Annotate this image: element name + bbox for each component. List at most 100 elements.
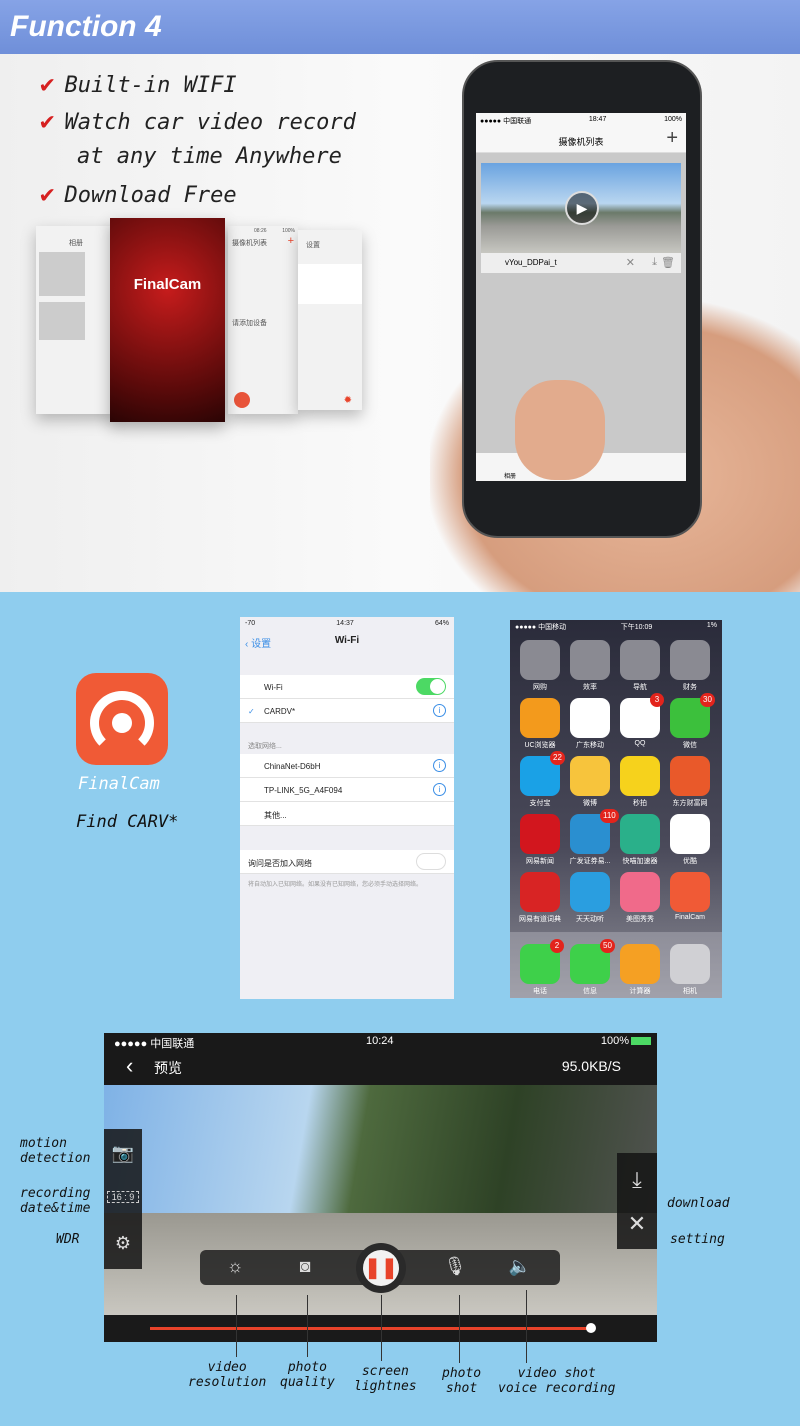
app-icon[interactable] bbox=[520, 640, 560, 680]
album-title: 相册 bbox=[69, 240, 83, 247]
add-device-text: 请添加设备 bbox=[232, 320, 267, 327]
network-row[interactable]: TP-LINK_5G_A4F094 i bbox=[240, 778, 454, 802]
app-hint: Find CARV* bbox=[76, 812, 179, 832]
time: 14:37 bbox=[336, 620, 354, 627]
right-toolbar: ⤓ ✕ bbox=[617, 1153, 657, 1249]
finalcam-app-icon bbox=[76, 673, 168, 765]
feature-item: ✔ Download Free bbox=[40, 180, 237, 208]
status-battery: 100% bbox=[282, 228, 295, 234]
date-time-icon[interactable]: 16 : 9 bbox=[107, 1191, 139, 1203]
wdr-icon[interactable]: ⚙ bbox=[108, 1233, 138, 1254]
record-icon bbox=[234, 392, 250, 408]
camera-list-screen: 08:26 100% 摄像机列表 + 请添加设备 bbox=[228, 226, 298, 414]
settings-icon[interactable]: ✕ bbox=[622, 1211, 652, 1237]
section-title: Function 4 bbox=[0, 0, 800, 54]
app-icon[interactable] bbox=[670, 640, 710, 680]
pause-record-button[interactable]: ❚❚ bbox=[363, 1250, 399, 1286]
notification-badge: 2 bbox=[550, 939, 564, 953]
app-label: 东方财富网 bbox=[672, 800, 708, 807]
check-icon: ✔ bbox=[40, 70, 55, 98]
app-icon[interactable] bbox=[570, 872, 610, 912]
status-time: 08:26 bbox=[254, 228, 267, 234]
device-name: vYou_DDPai_t bbox=[505, 258, 557, 267]
microphone-icon[interactable]: 🎙 bbox=[440, 1256, 470, 1277]
signal: -70 bbox=[245, 620, 256, 627]
app-name: FinalCam bbox=[78, 774, 160, 794]
trash-icon[interactable]: 🗑 bbox=[661, 256, 675, 269]
app-icon[interactable] bbox=[620, 944, 660, 984]
info-icon[interactable]: i bbox=[433, 783, 446, 796]
app-icon[interactable] bbox=[620, 756, 660, 796]
app-icon[interactable] bbox=[620, 814, 660, 854]
motion-detection-icon[interactable]: 📷 bbox=[108, 1143, 138, 1164]
speaker-icon[interactable]: 🔈 bbox=[505, 1256, 535, 1277]
carrier: ●●●●● 中国联通 bbox=[480, 118, 532, 125]
ask-label: 询问是否加入网络 bbox=[248, 859, 312, 868]
video-thumbnail[interactable]: ▶ bbox=[481, 163, 681, 253]
choose-network-label: 选取网络... bbox=[248, 743, 282, 750]
back-button[interactable]: ‹ bbox=[126, 1053, 133, 1079]
battery: 100% bbox=[664, 116, 682, 123]
notification-badge: 22 bbox=[550, 751, 565, 765]
network-name: 其他... bbox=[264, 811, 287, 820]
home-screen: ●●●●● 中国移动 下午10:09 1% 网购 效率 导航 财务 UC浏览器 广东移动 QQ 3… bbox=[510, 620, 722, 998]
app-label: 广发证券易... bbox=[569, 858, 611, 865]
network-row-other[interactable]: 其他... bbox=[240, 802, 454, 826]
wifi-toggle[interactable] bbox=[416, 678, 446, 695]
app-icon[interactable] bbox=[570, 698, 610, 738]
nav-title: Wi-Fi bbox=[334, 635, 360, 646]
notification-badge: 3 bbox=[650, 693, 664, 707]
connected-network[interactable]: ✓ CARDV* i bbox=[240, 699, 454, 723]
wifi-settings-screen: -70 14:37 64% ‹ 设置 Wi-Fi Wi-Fi ✓ CARDV* i 选取… bbox=[240, 617, 454, 999]
annotation-motion-detection: motion detection bbox=[20, 1136, 91, 1166]
annotation-download: download bbox=[667, 1196, 730, 1211]
thumb bbox=[515, 380, 605, 480]
page-title: 预览 bbox=[154, 1060, 182, 1076]
feature-text: Download Free bbox=[64, 183, 237, 208]
app-icon[interactable] bbox=[570, 640, 610, 680]
logo-dot bbox=[112, 713, 132, 733]
app-label: 微信 bbox=[683, 742, 697, 749]
wifi-toggle-row: Wi-Fi bbox=[240, 675, 454, 699]
app-label: 秒拍 bbox=[633, 800, 647, 807]
battery: 64% bbox=[434, 620, 449, 627]
app-label: 财务 bbox=[683, 684, 697, 691]
info-icon[interactable]: i bbox=[433, 704, 446, 717]
camera-icon[interactable]: ◙ bbox=[290, 1256, 320, 1277]
app-icon[interactable] bbox=[670, 872, 710, 912]
app-icon[interactable] bbox=[620, 640, 660, 680]
app-icon[interactable] bbox=[520, 698, 560, 738]
app-icon[interactable] bbox=[520, 872, 560, 912]
leader-line bbox=[236, 1295, 237, 1357]
back-button[interactable]: ‹ 设置 bbox=[245, 635, 271, 650]
app-icon[interactable] bbox=[620, 872, 660, 912]
app-icon[interactable] bbox=[670, 756, 710, 796]
ask-toggle[interactable] bbox=[416, 853, 446, 870]
app-label: 网购 bbox=[533, 684, 547, 691]
play-icon[interactable]: ▶ bbox=[565, 191, 599, 225]
network-row[interactable]: ChinaNet-D6bH i bbox=[240, 754, 454, 778]
download-icon[interactable]: ⤓ bbox=[652, 256, 657, 269]
progress-handle[interactable] bbox=[586, 1323, 596, 1333]
info-icon[interactable]: i bbox=[433, 759, 446, 772]
add-icon: + bbox=[287, 235, 294, 247]
download-icon[interactable]: ⤓ bbox=[622, 1167, 652, 1193]
annotation-video-resolution: video resolution bbox=[188, 1360, 267, 1390]
add-button[interactable]: + bbox=[666, 127, 678, 150]
check-icon: ✔ bbox=[40, 180, 55, 208]
time: 下午10:09 bbox=[620, 624, 653, 631]
app-label: 支付宝 bbox=[529, 800, 551, 807]
app-icon[interactable] bbox=[570, 756, 610, 796]
resolution-icon[interactable]: ☼ bbox=[220, 1256, 250, 1277]
settings-icon[interactable]: ✕ bbox=[626, 256, 635, 269]
app-icon[interactable] bbox=[670, 814, 710, 854]
leader-line bbox=[307, 1295, 308, 1357]
battery: 100% bbox=[600, 1035, 629, 1047]
nav-bar: 摄像机列表 + bbox=[476, 127, 686, 153]
app-icon[interactable] bbox=[670, 944, 710, 984]
annotation-wdr: WDR bbox=[56, 1232, 80, 1247]
app-icon[interactable] bbox=[520, 814, 560, 854]
app-label: 相机 bbox=[683, 988, 697, 995]
checkmark-icon: ✓ bbox=[248, 707, 255, 716]
notification-badge: 50 bbox=[600, 939, 615, 953]
